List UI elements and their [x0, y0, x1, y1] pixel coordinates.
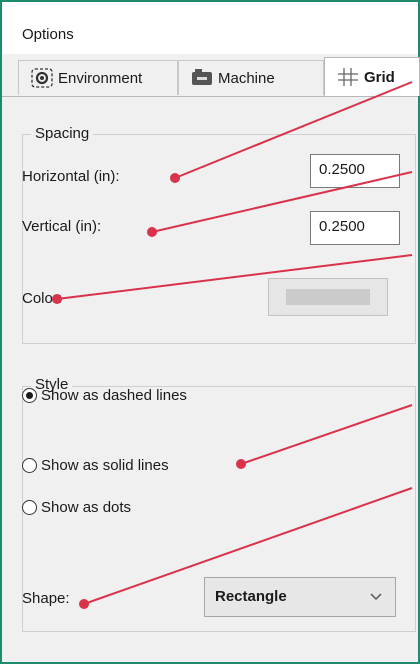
dots-label: Show as dots [41, 499, 132, 516]
horizontal-label: Horizontal (in): [22, 168, 120, 185]
radio-button[interactable] [22, 500, 37, 515]
tab-grid[interactable]: Grid [324, 57, 420, 96]
tab-machine[interactable]: Machine [178, 60, 324, 95]
shape-dropdown-value: Rectangle [215, 588, 287, 605]
window-title: Options [22, 26, 74, 43]
tab-strip: Environment Machine Grid [2, 54, 420, 97]
machine-icon [192, 69, 212, 85]
gear-icon [31, 68, 53, 88]
tab-grid-label: Grid [364, 68, 395, 86]
title-bar: Options [2, 2, 418, 54]
grid-color-button[interactable] [268, 278, 388, 316]
solid-lines-radio[interactable]: Show as solid lines [22, 457, 169, 474]
chevron-down-icon [370, 593, 382, 601]
dots-radio[interactable]: Show as dots [22, 499, 131, 516]
vertical-label: Vertical (in): [22, 218, 102, 235]
dashed-lines-label: Show as dashed lines [41, 387, 187, 404]
radio-button[interactable] [22, 458, 37, 473]
vertical-spacing-input[interactable]: 0.2500 [310, 211, 400, 245]
tab-environment-label: Environment [58, 69, 143, 87]
horizontal-spacing-input[interactable]: 0.2500 [310, 154, 400, 188]
dashed-lines-radio[interactable]: Show as dashed lines [22, 387, 187, 404]
shape-label: Shape: [22, 590, 70, 607]
tab-environment[interactable]: Environment [18, 60, 178, 95]
spacing-group-label: Spacing [31, 125, 94, 142]
color-label: Color: [22, 290, 63, 307]
tab-machine-label: Machine [218, 69, 275, 87]
grid-icon [338, 68, 358, 86]
color-swatch [286, 289, 370, 305]
radio-button-checked[interactable] [22, 388, 37, 403]
solid-lines-label: Show as solid lines [41, 457, 169, 474]
shape-dropdown[interactable]: Rectangle [204, 577, 396, 617]
